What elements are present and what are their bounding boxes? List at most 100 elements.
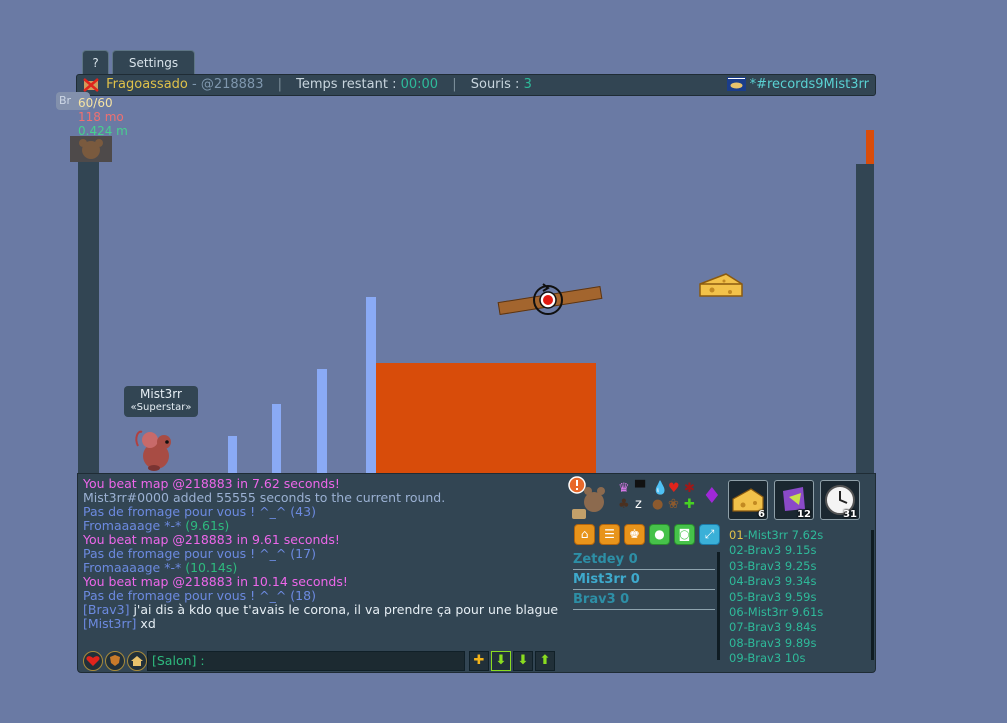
shop-button[interactable]: ♚ xyxy=(624,524,645,545)
map-code-prefix: - xyxy=(192,77,201,92)
tribe-button[interactable] xyxy=(127,651,147,671)
chat-channel-prefix: [Salon] : xyxy=(152,653,205,668)
ranking-scrollbar[interactable] xyxy=(871,530,874,660)
water-drop-icon[interactable]: 💧 xyxy=(652,482,668,496)
item-slot-cheese[interactable]: 6 xyxy=(728,480,768,520)
chat-message-segment: You beat map @218883 in 7.62 seconds! xyxy=(83,476,340,491)
sleep-icon[interactable]: z xyxy=(635,498,642,512)
balloon-icon[interactable]: ♣ xyxy=(618,498,630,512)
up-arrow-icon: ⬆ xyxy=(539,653,551,668)
ranking-list: 01-Mist3rr 7.62s 02-Brav3 9.15s 03-Brav3 9… xyxy=(729,528,869,667)
tab-settings[interactable]: Settings xyxy=(112,50,195,74)
left-wall xyxy=(78,162,99,474)
ranking-time: 9.25s xyxy=(784,558,817,573)
ranking-time: 9.34s xyxy=(784,574,817,589)
chat-message-segment: [Brav3] xyxy=(83,602,134,617)
item-slot-magic-wing[interactable]: 12 xyxy=(774,480,814,520)
chat-message-segment: Pas de fromage pour vous ! ^_^ (17) xyxy=(83,546,316,561)
pillar xyxy=(272,404,281,474)
cannonball-icon[interactable]: ● xyxy=(652,498,663,512)
player-score-value: 0 xyxy=(620,592,630,607)
chat-message: You beat map @218883 in 7.62 seconds! xyxy=(83,477,563,491)
plus-button[interactable]: ✚ xyxy=(469,651,489,671)
move-down-button[interactable]: ⬇ xyxy=(513,651,533,671)
item-count: 12 xyxy=(797,509,811,520)
ranking-row: 07-Brav3 9.84s xyxy=(729,620,817,635)
ranking-row: 03-Brav3 9.25s xyxy=(729,558,817,573)
crystal-icon[interactable]: ♦ xyxy=(702,484,722,510)
chat-message: [Brav3] j'ai dis à kdo que t'avais le co… xyxy=(83,603,563,617)
pillar xyxy=(366,297,376,474)
shield-icon xyxy=(110,655,120,666)
down-arrow-icon: ⬇ xyxy=(517,653,529,668)
right-wall xyxy=(856,164,874,474)
ranking-rank: 09 xyxy=(729,651,744,666)
mouse-avatar[interactable] xyxy=(134,424,176,472)
ranking-name: Brav3 xyxy=(747,589,782,604)
ranking-time: 9.59s xyxy=(784,589,817,604)
ranking-row: 02-Brav3 9.15s xyxy=(729,543,817,558)
player-score-row[interactable]: Zetdey 0 xyxy=(573,550,715,570)
chat-button[interactable]: ● xyxy=(649,524,670,545)
ranking-time: 9.84s xyxy=(784,620,817,635)
chat-message: Pas de fromage pour vous ! ^_^ (17) xyxy=(83,547,563,561)
chat-message-segment: (9.61s) xyxy=(185,518,230,533)
player-nametag-title: «Superstar» xyxy=(130,402,192,413)
chat-message: Mist3rr#0000 added 55555 seconds to the … xyxy=(83,491,563,505)
discord-button[interactable]: ◙ xyxy=(674,524,695,545)
chat-message: [Mist3rr] xd xyxy=(83,617,563,631)
ranking-rank: 03 xyxy=(729,558,744,573)
list-button[interactable]: ☰ xyxy=(599,524,620,545)
right-wall-top-block xyxy=(866,130,874,164)
top-hat-icon[interactable]: ▀ xyxy=(635,482,645,496)
plus-icon: ✚ xyxy=(473,653,485,668)
heart-button[interactable] xyxy=(83,651,103,671)
player-score-value: 0 xyxy=(630,572,640,587)
player-score-name: Brav3 xyxy=(573,592,616,607)
cheese-icon xyxy=(699,273,743,297)
room-info[interactable]: *#records9Mist3rr xyxy=(726,75,869,96)
house-icon: ⌂ xyxy=(580,527,589,541)
chat-input[interactable]: [Salon] : xyxy=(147,651,465,671)
tab-help[interactable]: ? xyxy=(82,50,109,74)
player-scores: Zetdey 0 Mist3rr 0 Brav3 0 xyxy=(573,550,715,610)
feather-icon[interactable]: ❀ xyxy=(668,498,679,512)
item-slots: 6 12 31 xyxy=(728,480,863,524)
add-icon[interactable]: ✚ xyxy=(684,498,695,512)
item-count: 6 xyxy=(758,509,765,520)
stat-panel: Br 60/60 118 mo 0.424 m xyxy=(56,90,132,162)
down-arrow-icon: ⬇ xyxy=(495,653,507,668)
shaman-avatar-icon[interactable] xyxy=(568,476,612,522)
chat-message: Fromaaaage *-* (9.61s) xyxy=(83,519,563,533)
player-score-row[interactable]: Mist3rr 0 xyxy=(573,570,715,590)
item-slot-clock[interactable]: 31 xyxy=(820,480,860,520)
scroll-down-button[interactable]: ⬇ xyxy=(491,651,511,671)
ranking-rank: 05 xyxy=(729,589,744,604)
ranking-rank: 04 xyxy=(729,574,744,589)
player-nametag-name: Mist3rr xyxy=(140,387,182,401)
potion-icon[interactable]: ♛ xyxy=(618,482,630,496)
chat-message: You beat map @218883 in 10.14 seconds! xyxy=(83,575,563,589)
heart-item-icon[interactable]: ♥ xyxy=(668,482,680,496)
player-list-scrollbar[interactable] xyxy=(717,552,720,660)
ranking-name: Brav3 xyxy=(747,543,782,558)
spider-icon[interactable]: ✱ xyxy=(684,482,695,496)
player-nametag[interactable]: Mist3rr «Superstar» xyxy=(124,386,198,417)
house-button[interactable]: ⌂ xyxy=(574,524,595,545)
ranking-name: Brav3 xyxy=(747,651,782,666)
map-code[interactable]: @218883 xyxy=(201,77,264,92)
pillar xyxy=(228,436,237,474)
money-value: 118 mo xyxy=(78,110,124,124)
fullscreen-button[interactable]: ⤢ xyxy=(699,524,720,545)
chat-message-segment: Pas de fromage pour vous ! ^_^ (18) xyxy=(83,588,316,603)
move-up-button[interactable]: ⬆ xyxy=(535,651,555,671)
player-score-name: Mist3rr xyxy=(573,572,627,587)
shield-button[interactable] xyxy=(105,651,125,671)
game-map[interactable]: Mist3rr «Superstar» xyxy=(78,96,874,474)
player-score-name: Zetdey xyxy=(573,552,625,567)
player-score-row[interactable]: Brav3 0 xyxy=(573,590,715,610)
ranking-rank: 07 xyxy=(729,620,744,635)
tools-area: ♛ ▀ 💧 ♥ ✱ ♣ z ● ❀ ✚ ♦ ⌂ ☰ ♚ ● ◙ ⤢ xyxy=(568,476,722,548)
ranking-row: 01-Mist3rr 7.62s xyxy=(729,528,824,542)
mouse-portrait-icon xyxy=(70,136,112,162)
